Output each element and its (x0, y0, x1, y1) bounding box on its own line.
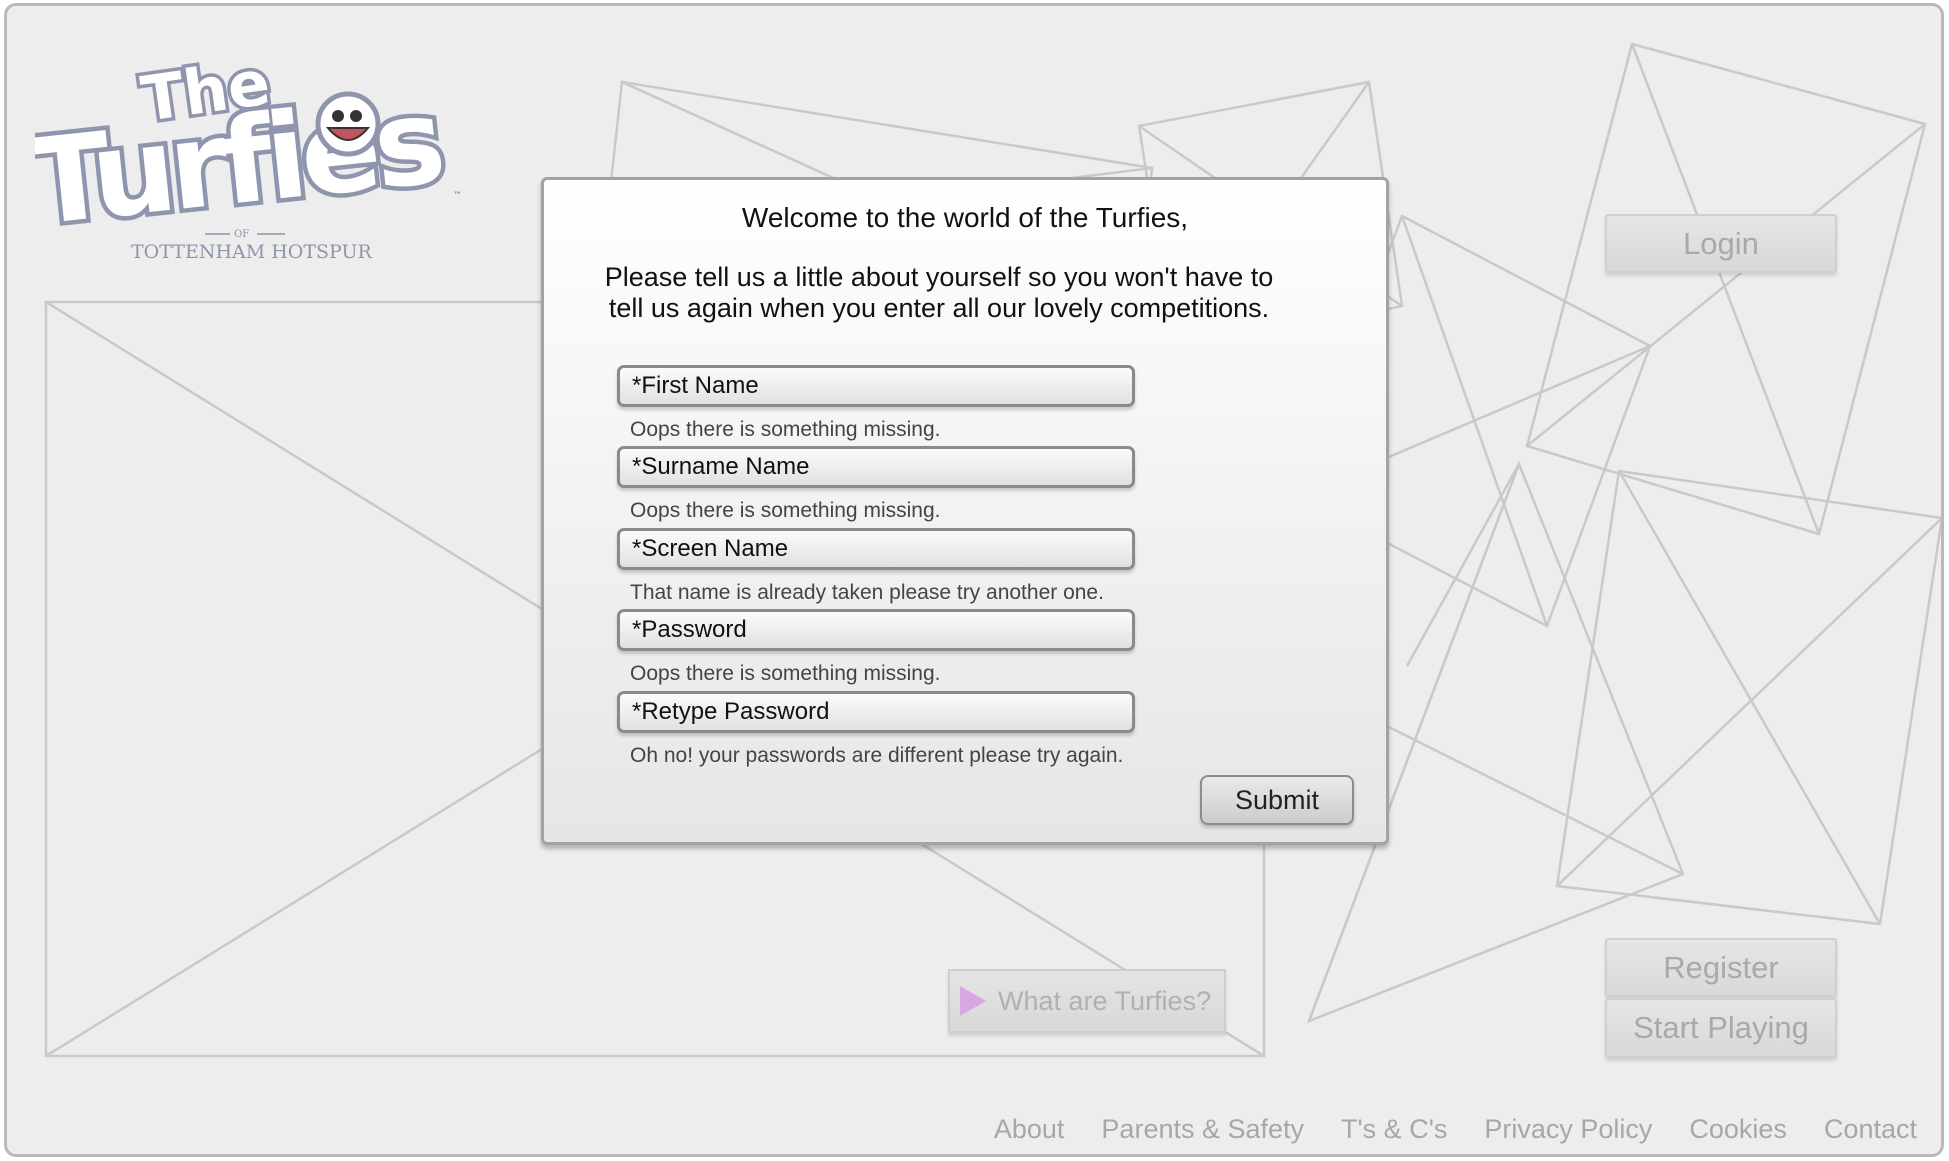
surname-field[interactable] (617, 446, 1135, 488)
first-name-error: Oops there is something missing. (630, 418, 941, 441)
start-playing-button[interactable]: Start Playing (1605, 998, 1837, 1058)
placeholder-image-right-top (1525, 42, 1927, 536)
footer-link-terms[interactable]: T's & C's (1341, 1114, 1447, 1145)
logo-tm: ™ (453, 191, 462, 201)
logo-face (315, 91, 381, 157)
logo-turfies: Turfies (35, 72, 446, 252)
footer-link-privacy[interactable]: Privacy Policy (1484, 1114, 1652, 1145)
logo-of: OF (234, 229, 249, 240)
logo-club: TOTTENHAM HOTSPUR (131, 241, 373, 263)
retype-password-error: Oh no! your passwords are different plea… (630, 744, 1124, 767)
what-are-turfies-label: What are Turfies? (998, 985, 1212, 1016)
footer-nav: About Parents & Safety T's & C's Privacy… (994, 1114, 1917, 1145)
what-are-turfies-button[interactable]: What are Turfies? (948, 969, 1226, 1033)
footer-link-parents-safety[interactable]: Parents & Safety (1101, 1114, 1304, 1145)
play-icon (960, 986, 986, 1016)
screen-name-error: That name is already taken please try an… (630, 581, 1104, 604)
register-button[interactable]: Register (1605, 938, 1837, 997)
dialog-intro: Please tell us a little about yourself s… (604, 262, 1274, 323)
password-field[interactable] (617, 609, 1135, 651)
footer-link-about[interactable]: About (994, 1114, 1065, 1145)
surname-error: Oops there is something missing. (630, 499, 941, 522)
registration-dialog: Welcome to the world of the Turfies, Ple… (541, 177, 1389, 845)
dialog-title: Welcome to the world of the Turfies, (741, 202, 1189, 233)
screen-name-field[interactable] (617, 528, 1135, 570)
first-name-field[interactable] (617, 365, 1135, 407)
login-button[interactable]: Login (1605, 214, 1837, 273)
footer-link-cookies[interactable]: Cookies (1689, 1114, 1787, 1145)
password-error: Oops there is something missing. (630, 662, 941, 685)
footer-link-contact[interactable]: Contact (1824, 1114, 1917, 1145)
submit-button[interactable]: Submit (1200, 775, 1354, 825)
turfies-logo: The Turfies ™ OF TOTTENHAM HOTSPUR (35, 46, 462, 263)
placeholder-image-right-low (1555, 469, 1941, 926)
retype-password-field[interactable] (617, 691, 1135, 733)
